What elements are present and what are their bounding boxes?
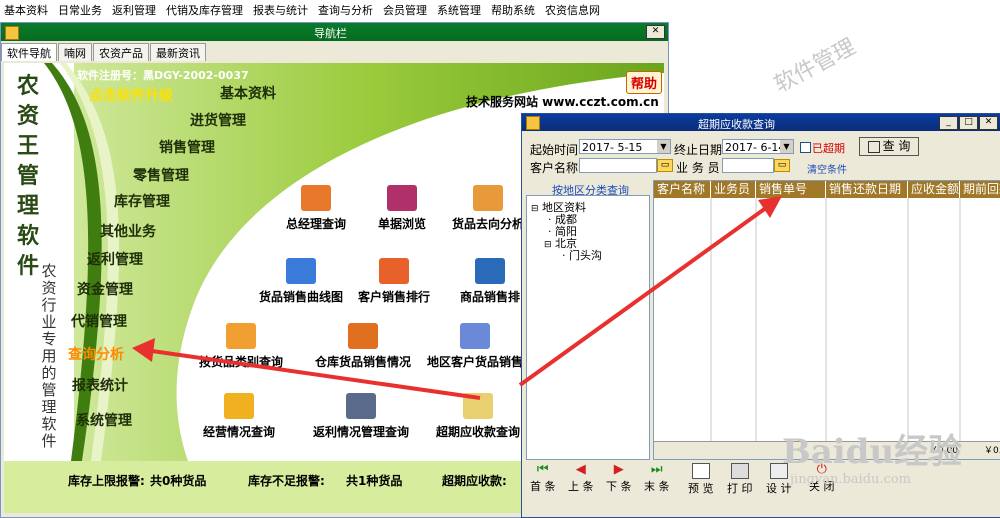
arrow-to-sales-number bbox=[518, 203, 772, 387]
arrow-to-query-menu bbox=[144, 348, 481, 400]
arrowhead-right bbox=[758, 196, 782, 218]
annotation-arrows bbox=[132, 196, 782, 400]
arrowhead-left bbox=[132, 338, 155, 362]
